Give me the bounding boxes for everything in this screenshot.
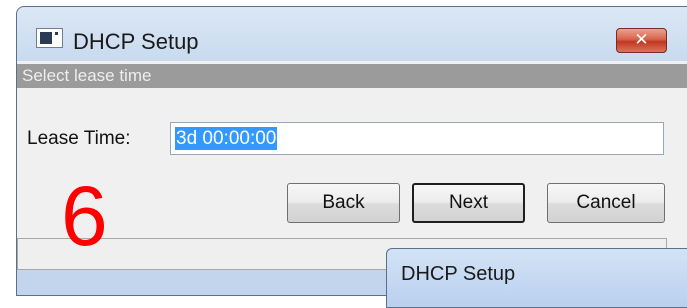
- step-number: 6: [61, 169, 108, 263]
- window-app-icon: [36, 28, 63, 48]
- back-button[interactable]: Back: [287, 183, 400, 223]
- lease-time-label: Lease Time:: [27, 128, 131, 149]
- window-title: DHCP Setup: [73, 29, 199, 54]
- next-button[interactable]: Next: [412, 183, 525, 223]
- section-header: Select lease time: [17, 64, 687, 88]
- dialog-content: Select lease time Lease Time: 3d 00:00:0…: [17, 61, 687, 270]
- second-window-title: DHCP Setup: [401, 263, 516, 285]
- title-bar[interactable]: DHCP Setup ✕: [17, 7, 687, 69]
- lease-time-input[interactable]: 3d 00:00:00: [170, 122, 664, 155]
- close-icon: ✕: [634, 30, 649, 50]
- app-icon-bar: [40, 32, 52, 44]
- lease-time-value: 3d 00:00:00: [175, 127, 278, 150]
- close-button[interactable]: ✕: [616, 28, 667, 53]
- app-icon-dot: [55, 32, 58, 35]
- second-dhcp-setup-window[interactable]: DHCP Setup: [386, 248, 687, 308]
- cancel-button[interactable]: Cancel: [547, 183, 665, 223]
